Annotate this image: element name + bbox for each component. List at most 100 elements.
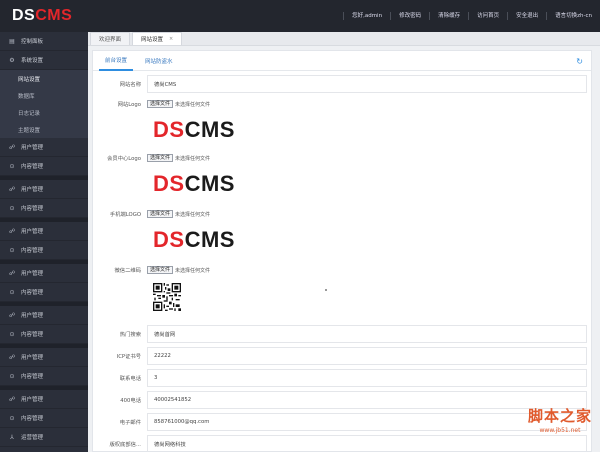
sidebar: ▤ 控制面板 ⚙ 系统设置 网站设置 数据库 日志记录 主题设置 ☍ 用户管理 ⊙…: [0, 32, 88, 452]
sidebar-item-users[interactable]: ☍ 用户管理: [0, 390, 88, 409]
cursor-dot: [325, 289, 327, 291]
subtab-watermark[interactable]: 网站防盗水: [139, 51, 179, 71]
page-tab-bar: 欢迎界面 网站设置 ×: [88, 32, 600, 46]
member-logo-file-input[interactable]: 选择文件 未选择任何文件: [147, 153, 210, 163]
form-row-wechat-qr: 微信二维码 选择文件 未选择任何文件: [97, 263, 587, 277]
sidebar-item-users[interactable]: ☍ 用户管理: [0, 222, 88, 241]
logo-image-cms: CMS: [184, 171, 235, 196]
wechat-qr-file-input[interactable]: 选择文件 未选择任何文件: [147, 265, 210, 275]
field-label: 手机端LOGO: [109, 212, 141, 218]
form-row-mobile-logo: 手机端LOGO 选择文件 未选择任何文件: [97, 207, 587, 221]
watermark-text: 脚本之家: [527, 407, 592, 425]
sidebar-item-label: 用户管理: [21, 187, 44, 193]
sidebar-item-content[interactable]: ⊙ 内容管理: [0, 157, 88, 176]
form-row-site-name: 网站名称 德尚CMS: [97, 75, 587, 93]
logout-link[interactable]: 安全退出: [507, 12, 546, 20]
sidebar-item-users[interactable]: ☍ 用户管理: [0, 264, 88, 283]
watermark-url: www.jb51.net: [539, 427, 581, 434]
choose-file-button[interactable]: 选择文件: [147, 100, 174, 108]
contact-phone-input[interactable]: 3: [147, 369, 587, 387]
form-row-contact-phone: 联系电话 3: [97, 369, 587, 387]
field-label: 版权底部信...: [109, 442, 141, 448]
logo-image-ds: DS: [153, 227, 185, 252]
sidebar-subitem-database[interactable]: 数据库: [0, 87, 88, 104]
settings-panel: 前台设置 网站防盗水 ↻ 网站名称 德尚CMS 网站Logo 选择文件 未选择任…: [92, 50, 592, 452]
app-logo[interactable]: DSCMS: [0, 7, 88, 25]
field-label: 电子邮件: [119, 420, 141, 426]
tab-label: 欢迎界面: [99, 37, 122, 43]
sidebar-item-system[interactable]: ⚙ 系统设置: [0, 51, 88, 70]
field-label: 网站Logo: [117, 102, 141, 108]
sidebar-subitem-site-settings[interactable]: 网站设置: [0, 70, 88, 87]
user-greeting[interactable]: 您好,admin: [343, 12, 390, 20]
logo-image-ds: DS: [153, 117, 185, 142]
content-icon: ⊙: [9, 330, 15, 338]
users-icon: ☍: [8, 185, 16, 193]
sidebar-item-users[interactable]: ☍ 用户管理: [0, 138, 88, 157]
hot-search-input[interactable]: 德尚首网: [147, 325, 587, 343]
sidebar-item-label: 用户管理: [21, 397, 44, 403]
tab-label: 网站设置: [141, 37, 164, 43]
sidebar-item-label: 系统设置: [21, 58, 44, 64]
logo-image-ds: DS: [153, 171, 185, 196]
form-row-400-phone: 400电话 40002541852: [97, 391, 587, 409]
file-status: 未选择任何文件: [175, 267, 211, 274]
visit-home-link[interactable]: 访问首页: [468, 12, 507, 20]
sidebar-subitem-theme[interactable]: 主题设置: [0, 121, 88, 138]
field-label: 网站名称: [119, 82, 141, 88]
phone-400-input[interactable]: 40002541852: [147, 391, 587, 409]
clear-cache-link[interactable]: 清除缓存: [429, 12, 468, 20]
users-icon: ☍: [8, 395, 16, 403]
refresh-icon[interactable]: ↻: [576, 57, 583, 66]
subtab-frontend-settings[interactable]: 前台设置: [99, 51, 134, 71]
choose-file-button[interactable]: 选择文件: [147, 154, 174, 162]
users-icon: ☍: [8, 353, 16, 361]
file-status: 未选择任何文件: [175, 211, 211, 218]
tab-site-settings[interactable]: 网站设置 ×: [132, 32, 183, 45]
close-icon[interactable]: ×: [169, 36, 173, 42]
content-icon: ⊙: [9, 372, 15, 380]
site-name-input[interactable]: 德尚CMS: [147, 75, 587, 93]
settings-form: 网站名称 德尚CMS 网站Logo 选择文件 未选择任何文件 DS CMS 会员中…: [93, 71, 591, 451]
sidebar-item-label: 内容管理: [21, 206, 44, 212]
sidebar-item-content[interactable]: ⊙ 内容管理: [0, 199, 88, 218]
icp-input[interactable]: 22222: [147, 347, 587, 365]
users-icon: ☍: [8, 227, 16, 235]
sidebar-subitem-logs[interactable]: 日志记录: [0, 104, 88, 121]
sidebar-item-content[interactable]: ⊙ 内容管理: [0, 367, 88, 386]
content-icon: ⊙: [9, 162, 15, 170]
language-switch-link[interactable]: 语言切换zh-cn: [546, 12, 600, 20]
form-row-member-logo: 会员中心Logo 选择文件 未选择任何文件: [97, 151, 587, 165]
choose-file-button[interactable]: 选择文件: [147, 266, 174, 274]
sidebar-item-content[interactable]: ⊙ 内容管理: [0, 283, 88, 302]
logo-image: DS CMS: [153, 169, 587, 199]
field-label: 400电话: [120, 398, 141, 404]
sidebar-item-users[interactable]: ☍ 用户管理: [0, 348, 88, 367]
choose-file-button[interactable]: 选择文件: [147, 210, 174, 218]
sidebar-item-dashboard[interactable]: ▤ 控制面板: [0, 32, 88, 51]
logo-ds: DS: [12, 7, 36, 24]
mobile-logo-file-input[interactable]: 选择文件 未选择任何文件: [147, 209, 210, 219]
sidebar-item-content[interactable]: ⊙ 内容管理: [0, 241, 88, 260]
site-logo-file-input[interactable]: 选择文件 未选择任何文件: [147, 99, 210, 109]
sidebar-item-content[interactable]: ⊙ 内容管理: [0, 325, 88, 344]
logo-image: DS CMS: [153, 225, 587, 255]
field-label: 会员中心Logo: [107, 156, 141, 162]
email-input[interactable]: 858761000@qq.com: [147, 413, 587, 431]
sidebar-item-label: 用户管理: [21, 355, 44, 361]
sidebar-item-operations[interactable]: ⅄ 运营管理: [0, 428, 88, 447]
sidebar-item-label: 运营管理: [21, 435, 44, 441]
tab-welcome[interactable]: 欢迎界面: [90, 32, 131, 45]
sidebar-item-label: 用户管理: [21, 271, 44, 277]
change-password-link[interactable]: 修改密码: [390, 12, 429, 20]
sidebar-item-content[interactable]: ⊙ 内容管理: [0, 409, 88, 428]
copyright-input[interactable]: 德尚网络科技: [147, 435, 587, 451]
field-label: 联系电话: [119, 376, 141, 382]
logo-image-cms: CMS: [184, 227, 235, 252]
qr-code-image: [153, 283, 181, 311]
sidebar-item-users[interactable]: ☍ 用户管理: [0, 180, 88, 199]
member-logo-preview: DS CMS: [153, 169, 587, 207]
sidebar-item-label: 内容管理: [21, 248, 44, 254]
sidebar-item-users[interactable]: ☍ 用户管理: [0, 306, 88, 325]
content-icon: ⊙: [9, 246, 15, 254]
